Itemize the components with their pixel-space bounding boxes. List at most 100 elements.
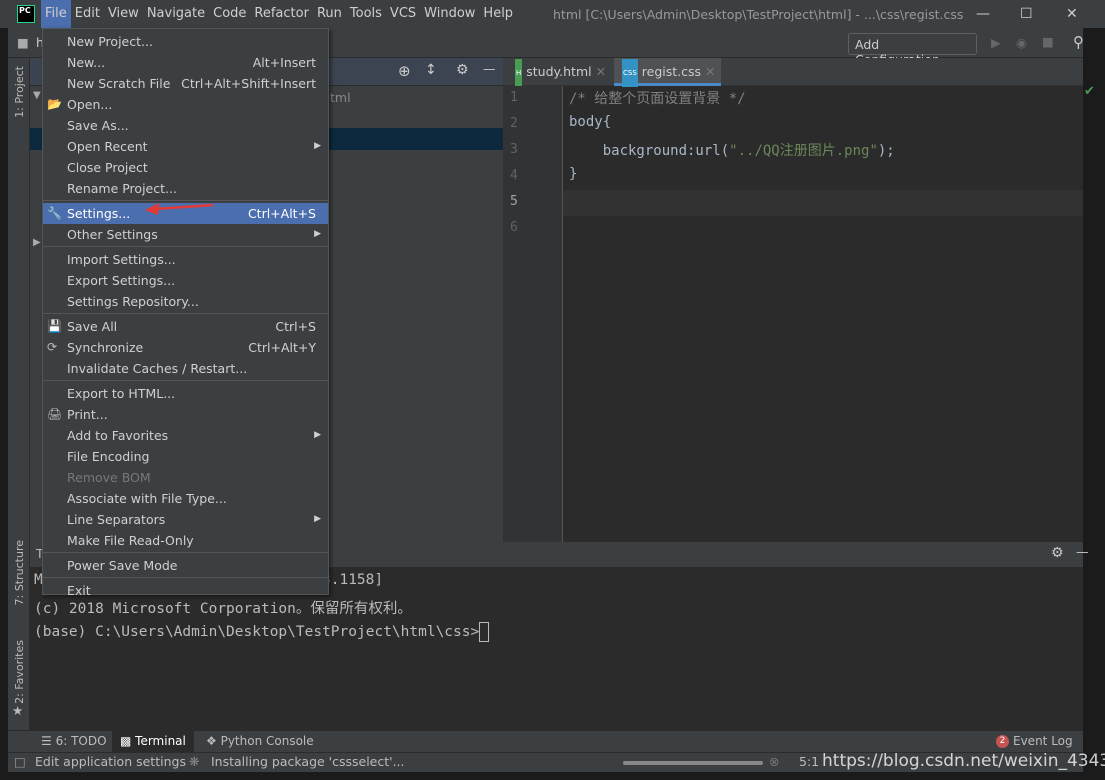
panel-toggle-icon[interactable]: □ (14, 754, 26, 769)
menu-item-make-file-read-only[interactable]: Make File Read-Only (43, 530, 328, 551)
red-arrow-annotation (145, 203, 214, 215)
submenu-arrow-icon: ▶ (314, 430, 321, 440)
css-file-icon: CSS (622, 58, 638, 87)
search-icon[interactable]: ⚲ (1073, 33, 1084, 51)
task-progress-bar (623, 761, 763, 765)
submenu-arrow-icon: ▶ (314, 514, 321, 524)
close-tab-icon[interactable]: ✕ (596, 64, 606, 79)
terminal-prompt: (base) C:\Users\Admin\Desktop\TestProjec… (34, 622, 490, 642)
menu-item-export-settings[interactable]: Export Settings... (43, 270, 328, 291)
close-button[interactable]: ✕ (1066, 6, 1078, 22)
spinner-icon: ❋ (189, 754, 200, 769)
menu-view[interactable]: View (104, 0, 143, 28)
menu-item-file-encoding[interactable]: File Encoding (43, 446, 328, 467)
line-number: 2 (510, 116, 518, 131)
menu-item-export-to-html[interactable]: Export to HTML... (43, 383, 328, 404)
menu-item-open[interactable]: 📂 Open... (43, 94, 328, 115)
collapse-icon[interactable]: ↕ (425, 62, 437, 78)
run-icon[interactable]: ▶ (991, 35, 1001, 50)
menu-run[interactable]: Run (313, 0, 346, 28)
menu-item-other-settings[interactable]: Other Settings ▶ (43, 224, 328, 245)
menu-item-label: Other Settings (67, 227, 158, 242)
menu-item-label: Settings Repository... (67, 294, 199, 309)
menu-item-save-all[interactable]: 💾 Save All Ctrl+S (43, 316, 328, 337)
todo-tab[interactable]: ☰ 6: TODO (33, 731, 115, 752)
menu-item-label: Line Separators (67, 512, 166, 527)
submenu-arrow-icon: ▶ (314, 229, 321, 239)
event-count-badge: 2 (996, 735, 1009, 748)
terminal-tab[interactable]: ▩ Terminal (112, 731, 194, 752)
caret-position[interactable]: 5:1 (799, 754, 819, 769)
menu-item-new-scratch-file[interactable]: New Scratch File Ctrl+Alt+Shift+Insert (43, 73, 328, 94)
shortcut: Ctrl+Alt+Y (248, 340, 316, 355)
menu-item-rename-project[interactable]: Rename Project... (43, 178, 328, 199)
python-console-tab[interactable]: ❖ Python Console (198, 731, 322, 752)
background-task[interactable]: Installing package 'cssselect'... (211, 754, 405, 769)
python-icon: ❖ (206, 734, 221, 748)
left-tool-strip (8, 58, 30, 730)
menu-edit[interactable]: Edit (71, 0, 104, 28)
menu-item-synchronize[interactable]: ⟳ Synchronize Ctrl+Alt+Y (43, 337, 328, 358)
menu-vcs[interactable]: VCS (386, 0, 420, 28)
menu-item-power-save-mode[interactable]: Power Save Mode (43, 555, 328, 576)
close-tab-icon[interactable]: ✕ (705, 64, 715, 79)
tab-study-html[interactable]: Hstudy.html ✕ (507, 58, 613, 87)
menu-item-close-project[interactable]: Close Project (43, 157, 328, 178)
shortcut: Ctrl+Alt+S (247, 206, 316, 221)
menu-help[interactable]: Help (479, 0, 517, 28)
menu-item-line-separators[interactable]: Line Separators ▶ (43, 509, 328, 530)
menu-item-settings-repository[interactable]: Settings Repository... (43, 291, 328, 312)
project-tool-tab[interactable]: 1: Project (13, 66, 26, 118)
expand-icon[interactable]: ▶ (33, 237, 41, 248)
menu-item-open-recent[interactable]: Open Recent ▶ (43, 136, 328, 157)
shortcut: Alt+Insert (252, 55, 316, 70)
menu-item-label: Import Settings... (67, 252, 176, 267)
menu-item-label: Remove BOM (67, 470, 151, 485)
menu-file[interactable]: File (41, 0, 71, 28)
line-number: 3 (510, 142, 518, 157)
menu-item-new-project[interactable]: New Project... (43, 31, 328, 52)
tab-regist-css[interactable]: CSS regist.css ✕ (614, 58, 721, 87)
editor[interactable] (503, 58, 1083, 542)
hide-icon[interactable]: — (1076, 544, 1089, 559)
menu-navigate[interactable]: Navigate (143, 0, 209, 28)
favorites-tool-tab[interactable]: 2: Favorites (13, 640, 26, 704)
menu-item-import-settings[interactable]: Import Settings... (43, 249, 328, 270)
gear-icon[interactable]: ⚙ (1051, 545, 1064, 561)
menu-window[interactable]: Window (420, 0, 479, 28)
cancel-task-icon[interactable]: ⊗ (769, 754, 779, 769)
structure-tool-tab[interactable]: 7: Structure (13, 540, 26, 605)
gear-icon[interactable]: ⚙ (456, 62, 469, 78)
locate-icon[interactable]: ⊕ (398, 62, 411, 80)
check-icon: ✔ (1084, 84, 1095, 99)
menu-item-save-as[interactable]: Save As... (43, 115, 328, 136)
menu-item-print[interactable]: 🖨 Print... (43, 404, 328, 425)
menu-item-label: Rename Project... (67, 181, 177, 196)
wrench-icon: 🔧 (47, 206, 62, 220)
menu-item-associate-with-file-type[interactable]: Associate with File Type... (43, 488, 328, 509)
html-file-icon: H (515, 58, 523, 87)
menu-refactor[interactable]: Refactor (250, 0, 313, 28)
expand-icon[interactable]: ▼ (33, 90, 41, 101)
menu-item-label: Export Settings... (67, 273, 176, 288)
event-log-button[interactable]: Event Log (1013, 734, 1073, 748)
menu-item-add-to-favorites[interactable]: Add to Favorites ▶ (43, 425, 328, 446)
maximize-button[interactable]: ☐ (1020, 6, 1033, 22)
pycharm-logo: PC (17, 5, 35, 23)
menu-item-label: New Scratch File (67, 76, 171, 91)
printer-icon: 🖨 (47, 407, 63, 421)
debug-icon[interactable]: ◉ (1016, 35, 1027, 50)
menu-item-invalidate-caches-restart[interactable]: Invalidate Caches / Restart... (43, 358, 328, 379)
star-icon: ★ (12, 703, 24, 718)
folder-icon: 📂 (47, 97, 62, 111)
stop-icon[interactable]: ■ (1042, 34, 1054, 49)
minimize-button[interactable]: — (976, 6, 990, 22)
menu-code[interactable]: Code (209, 0, 250, 28)
menu-item-label: Close Project (67, 160, 148, 175)
line-number: 6 (510, 220, 518, 235)
add-configuration-button[interactable]: Add Configuration... (848, 33, 977, 67)
hide-icon[interactable]: — (483, 61, 496, 76)
menu-item-exit[interactable]: Exit (43, 580, 328, 601)
menu-item-new[interactable]: New... Alt+Insert (43, 52, 328, 73)
menu-tools[interactable]: Tools (346, 0, 386, 28)
